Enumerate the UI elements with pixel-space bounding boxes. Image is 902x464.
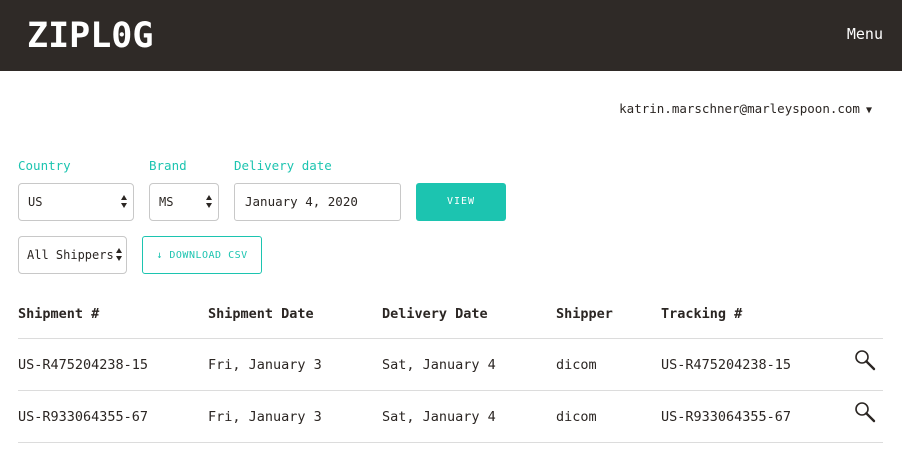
caret-down-icon: ▼ (865, 105, 872, 116)
shipper-select[interactable]: All Shippers (18, 236, 127, 274)
brand-select-value: MS (159, 195, 174, 209)
column-header-shipment[interactable]: Shipment # (18, 305, 99, 323)
select-arrows-icon (116, 248, 123, 262)
country-select-value: US (28, 195, 43, 209)
shipper: dicom (556, 409, 597, 425)
brand-label: Brand (149, 158, 187, 173)
user-account-dropdown[interactable]: katrin.marschner@marleyspoon.com ▼ (619, 101, 872, 119)
column-header-shipment-date[interactable]: Shipment Date (208, 305, 314, 323)
country-select[interactable]: US (18, 183, 134, 221)
row-divider (18, 338, 883, 339)
column-header-shipper[interactable]: Shipper (556, 305, 613, 323)
ziplog-logo[interactable]: ZIPL0G (27, 14, 153, 58)
tracking-number[interactable]: US-R475204238-15 (661, 356, 791, 374)
tracking-number[interactable]: US-R933064355-67 (661, 408, 791, 426)
shipment-date: Fri, January 3 (208, 357, 322, 373)
country-label: Country (18, 158, 71, 173)
row-divider (18, 442, 883, 443)
brand-select[interactable]: MS (149, 183, 219, 221)
delivery-date: Sat, January 4 (382, 409, 496, 425)
column-header-delivery-date[interactable]: Delivery Date (382, 305, 488, 323)
menu-button[interactable]: Menu (847, 24, 883, 44)
magnifier-icon[interactable] (854, 349, 876, 371)
shipment-number: US-R475204238-15 (18, 357, 149, 373)
shipper-select-value: All Shippers (27, 248, 114, 262)
view-button[interactable]: VIEW (416, 183, 506, 221)
user-email: katrin.marschner@marleyspoon.com (619, 101, 860, 116)
shipment-date: Fri, January 3 (208, 409, 322, 425)
shipment-number: US-R933064355-67 (18, 409, 149, 425)
select-arrows-icon (121, 195, 128, 209)
select-arrows-icon (206, 195, 213, 209)
column-header-tracking[interactable]: Tracking # (661, 305, 742, 323)
delivery-date-input[interactable]: January 4, 2020 (234, 183, 401, 221)
shipper: dicom (556, 357, 597, 373)
top-navbar: ZIPL0G Menu (0, 0, 902, 71)
delivery-date: Sat, January 4 (382, 357, 496, 373)
row-divider (18, 390, 883, 391)
download-csv-button[interactable]: ↓ DOWNLOAD CSV (142, 236, 262, 274)
delivery-date-label: Delivery date (234, 158, 332, 173)
magnifier-icon[interactable] (854, 401, 876, 423)
